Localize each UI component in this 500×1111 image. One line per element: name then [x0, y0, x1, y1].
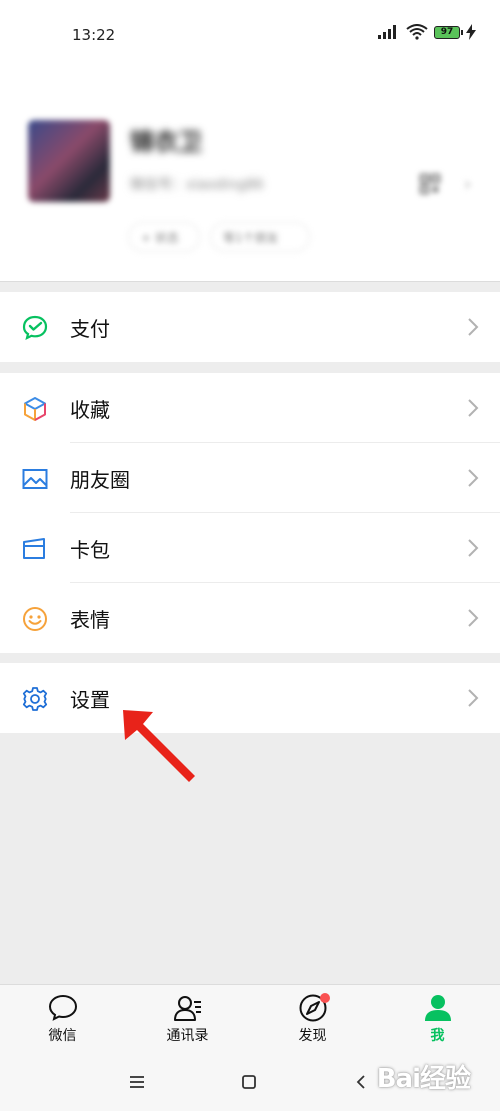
pay-icon — [22, 315, 48, 341]
person-icon — [424, 995, 451, 1021]
tab-label-chats: 微信 — [48, 1028, 77, 1044]
square-home-icon — [242, 1075, 256, 1089]
chevron-right-icon — [468, 539, 479, 557]
status-bar: 13:22 97 — [0, 0, 500, 70]
status-icons: 97 — [378, 24, 476, 40]
menu-label-moments: 朋友圈 — [70, 468, 130, 492]
add-status-label: + 状态 — [141, 230, 179, 245]
moments-picture-icon — [22, 469, 48, 489]
settings-group: 设置 — [0, 663, 500, 733]
menu-item-stickers[interactable]: 表情 — [0, 583, 500, 653]
status-time: 13:22 — [72, 26, 116, 44]
charging-icon — [466, 24, 476, 40]
profile-header[interactable]: 锦衣卫 微信号：xiaoding86 › + 状态 等1个朋友 — [0, 70, 500, 282]
nickname: 锦衣卫 — [130, 128, 202, 156]
main-group: 收藏 朋友圈 卡包 表情 — [0, 373, 500, 653]
profile-chevron-icon: › — [464, 174, 472, 195]
bottom-tab-bar: 微信 通讯录 发现 我 — [0, 984, 500, 1055]
wifi-icon — [406, 24, 428, 40]
wechat-id: 微信号：xiaoding86 — [130, 177, 264, 193]
pay-group: 支付 — [0, 292, 500, 362]
chevron-right-icon — [468, 609, 479, 627]
back-nav-button[interactable] — [346, 1067, 376, 1097]
tab-discover[interactable]: 发现 — [250, 985, 375, 1055]
chevron-right-icon — [468, 469, 479, 487]
back-icon — [356, 1075, 365, 1089]
menu-label-settings: 设置 — [70, 688, 110, 712]
card-wallet-icon — [23, 538, 45, 559]
hamburger-icon — [130, 1076, 144, 1088]
menu-label-cards: 卡包 — [70, 538, 110, 562]
tab-me[interactable]: 我 — [375, 985, 500, 1055]
tab-label-discover: 发现 — [298, 1028, 327, 1044]
smiley-icon — [23, 607, 47, 631]
menu-item-pay[interactable]: 支付 — [0, 292, 500, 362]
tab-contacts[interactable]: 通讯录 — [125, 985, 250, 1055]
battery-icon: 97 — [434, 25, 463, 39]
favorites-cube-icon — [24, 397, 46, 421]
qr-code-icon[interactable] — [420, 174, 440, 194]
tab-chats[interactable]: 微信 — [0, 985, 125, 1055]
menu-label-favorites: 收藏 — [70, 398, 110, 422]
menu-item-moments[interactable]: 朋友圈 — [0, 443, 500, 513]
friends-status-button[interactable]: 等1个朋友 — [210, 222, 310, 252]
menu-item-cards[interactable]: 卡包 — [0, 513, 500, 583]
friends-status-label: 等1个朋友 — [223, 230, 279, 245]
red-arrow-annotation — [123, 710, 195, 782]
chevron-right-icon — [468, 689, 479, 707]
avatar[interactable] — [28, 120, 110, 202]
menu-nav-button[interactable] — [122, 1067, 152, 1097]
menu-label-pay: 支付 — [70, 317, 110, 341]
home-nav-button[interactable] — [234, 1067, 264, 1097]
battery-level: 97 — [440, 27, 454, 37]
menu-item-favorites[interactable]: 收藏 — [0, 373, 500, 443]
menu-label-stickers: 表情 — [70, 608, 110, 632]
tab-label-contacts: 通讯录 — [166, 1028, 209, 1044]
signal-icon — [378, 25, 396, 39]
add-status-button[interactable]: + 状态 — [128, 222, 200, 252]
chat-bubble-icon — [48, 994, 77, 1021]
notification-dot — [320, 993, 330, 1003]
chevron-right-icon — [468, 318, 479, 336]
menu-item-settings[interactable]: 设置 — [0, 663, 500, 733]
chevron-right-icon — [468, 399, 479, 417]
baidu-watermark: Bai经验 — [376, 1064, 471, 1094]
contacts-icon — [173, 996, 201, 1021]
gear-icon — [22, 687, 48, 711]
tab-label-me: 我 — [430, 1028, 445, 1044]
